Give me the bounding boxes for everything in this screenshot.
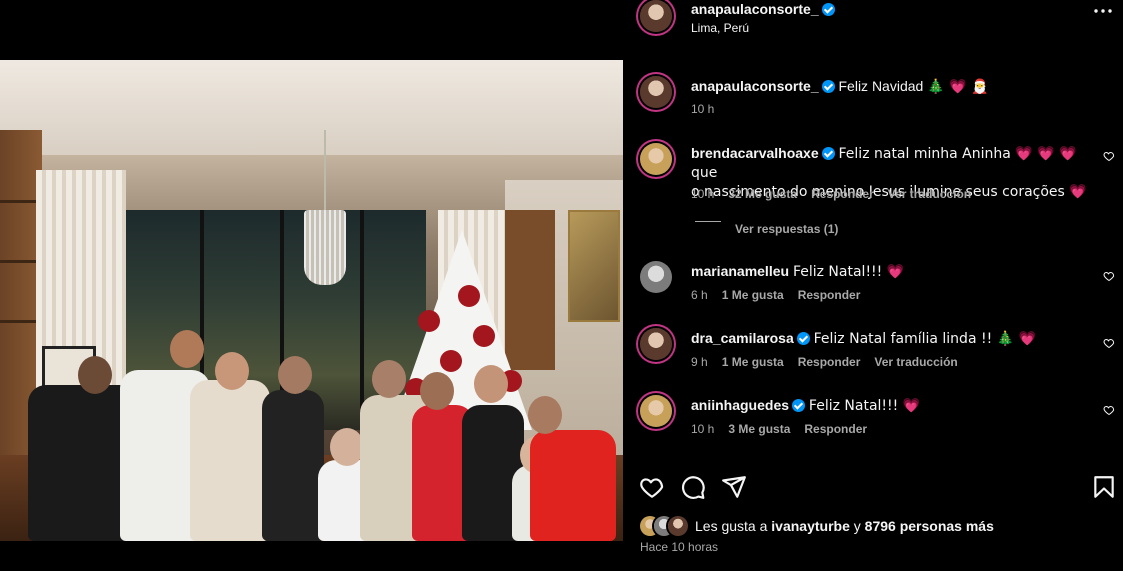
- photo-ornament: [458, 285, 480, 307]
- photo-person-head: [420, 372, 454, 410]
- comment-meta: 6 h 1 Me gusta Responder: [691, 288, 860, 302]
- photo-person-head: [215, 352, 249, 390]
- photo-person-head: [330, 428, 364, 466]
- photo-chandelier: [304, 210, 346, 285]
- author-avatar[interactable]: [640, 0, 672, 32]
- photo-ornament: [440, 350, 462, 372]
- caption-avatar[interactable]: [640, 76, 672, 108]
- verified-badge-icon: [821, 3, 835, 16]
- comment-like-heart-icon[interactable]: [1103, 404, 1115, 416]
- comment-time: 10 h: [691, 422, 715, 436]
- commenter-username[interactable]: aniinhaguedes: [691, 397, 789, 413]
- commenter-username[interactable]: marianamelleu: [691, 263, 789, 279]
- comment-meta: 10 h 32 Me gusta Responder Ver traducción: [691, 187, 971, 201]
- verified-badge-icon: [796, 332, 810, 345]
- post-caption: anapaulaconsorte_ Feliz Navidad 🎄 💗 🎅 10…: [623, 72, 1123, 120]
- post-header: anapaulaconsorte_ Lima, Perú: [623, 0, 1123, 50]
- comment-body: Feliz Natal!!! 💗: [808, 398, 921, 414]
- post-media[interactable]: [0, 0, 623, 571]
- comment-likes[interactable]: 32 Me gusta: [728, 187, 797, 201]
- comment-time: 10 h: [691, 187, 715, 201]
- comment-like-heart-icon[interactable]: [1103, 337, 1115, 349]
- comment-body: Feliz Natal família linda !! 🎄 💗: [813, 331, 1036, 347]
- likes-summary: Les gusta a ivanayturbe y 8796 personas …: [623, 516, 1123, 538]
- verified-badge-icon: [821, 147, 835, 160]
- translate-button[interactable]: Ver traducción: [888, 187, 971, 201]
- likes-connector: y: [853, 518, 861, 534]
- translate-button[interactable]: Ver traducción: [874, 355, 957, 369]
- author-username-row: anapaulaconsorte_: [691, 1, 835, 17]
- comment-likes[interactable]: 3 Me gusta: [728, 422, 790, 436]
- comment: marianamelleu Feliz Natal!!! 💗 6 h 1 Me g…: [623, 258, 1123, 308]
- commenter-avatar[interactable]: [640, 395, 672, 427]
- likes-prefix: Les gusta a: [695, 518, 768, 534]
- comment-like-heart-icon[interactable]: [1103, 150, 1115, 162]
- photo-person-head: [78, 356, 112, 394]
- action-bar: [623, 474, 1123, 502]
- photo-person: [190, 380, 270, 541]
- comment-meta: 9 h 1 Me gusta Responder Ver traducción: [691, 355, 958, 369]
- commenter-avatar[interactable]: [640, 143, 672, 175]
- post-photo[interactable]: [0, 60, 623, 541]
- caption-text: Feliz Navidad: [838, 78, 924, 94]
- post-location[interactable]: Lima, Perú: [691, 21, 749, 35]
- verified-badge-icon: [821, 80, 835, 93]
- send-icon[interactable]: [721, 474, 747, 500]
- photo-ornament: [418, 310, 440, 332]
- photo-person: [262, 390, 324, 541]
- liker-username[interactable]: ivanayturbe: [771, 518, 850, 534]
- comment-likes[interactable]: 1 Me gusta: [722, 288, 784, 302]
- commenter-username[interactable]: dra_camilarosa: [691, 330, 794, 346]
- photo-window-frame: [360, 210, 364, 430]
- comment-icon[interactable]: [680, 474, 706, 500]
- comment-meta: 10 h 3 Me gusta Responder: [691, 422, 867, 436]
- photo-person-head: [528, 396, 562, 434]
- photo-artwork: [568, 210, 620, 322]
- view-replies-line: [695, 221, 721, 222]
- liker-avatars[interactable]: [640, 516, 694, 536]
- likes-others-count[interactable]: 8796 personas más: [865, 518, 994, 534]
- comment: dra_camilarosa Feliz Natal família linda…: [623, 325, 1123, 375]
- author-username[interactable]: anapaulaconsorte_: [691, 1, 819, 17]
- caption-text-row: anapaulaconsorte_ Feliz Navidad 🎄 💗 🎅: [691, 77, 988, 96]
- verified-badge-icon: [792, 399, 806, 412]
- commenter-username[interactable]: brendacarvalhoaxe: [691, 145, 819, 161]
- photo-ornament: [473, 325, 495, 347]
- view-replies-button[interactable]: Ver respuestas (1): [735, 222, 838, 236]
- photo-person-head: [278, 356, 312, 394]
- commenter-avatar[interactable]: [640, 328, 672, 360]
- photo-person-head: [372, 360, 406, 398]
- comment: brendacarvalhoaxe Feliz natal minha Anin…: [623, 140, 1123, 201]
- comment-time: 9 h: [691, 355, 708, 369]
- bookmark-icon[interactable]: [1091, 474, 1117, 500]
- liker-avatar: [668, 516, 688, 536]
- reply-button[interactable]: Responder: [811, 187, 874, 201]
- caption-username[interactable]: anapaulaconsorte_: [691, 78, 819, 94]
- photo-chandelier-wire: [324, 130, 326, 210]
- comment-text: aniinhaguedes Feliz Natal!!! 💗: [691, 396, 920, 415]
- commenter-avatar[interactable]: [640, 261, 672, 293]
- likes-text: Les gusta a ivanayturbe y 8796 personas …: [695, 518, 994, 534]
- photo-person-head: [170, 330, 204, 368]
- caption-emojis: 🎄 💗 🎅: [927, 79, 989, 95]
- comment-like-heart-icon[interactable]: [1103, 270, 1115, 282]
- post-timestamp[interactable]: Hace 10 horas: [640, 540, 718, 554]
- caption-time: 10 h: [691, 102, 715, 116]
- comment-time: 6 h: [691, 288, 708, 302]
- comment: aniinhaguedes Feliz Natal!!! 💗 10 h 3 Me …: [623, 392, 1123, 442]
- reply-button[interactable]: Responder: [804, 422, 867, 436]
- comment-likes[interactable]: 1 Me gusta: [722, 355, 784, 369]
- comment-text: dra_camilarosa Feliz Natal família linda…: [691, 329, 1036, 348]
- photo-person: [530, 430, 616, 541]
- reply-button[interactable]: Responder: [798, 288, 861, 302]
- photo-person-head: [474, 365, 508, 403]
- comment-text: marianamelleu Feliz Natal!!! 💗: [691, 262, 904, 281]
- more-horizontal-icon[interactable]: [1093, 4, 1113, 18]
- photo-ceiling: [0, 60, 623, 155]
- heart-icon[interactable]: [639, 474, 665, 500]
- post-details-panel: anapaulaconsorte_ Lima, Perú anapaulacon…: [623, 0, 1123, 571]
- reply-button[interactable]: Responder: [798, 355, 861, 369]
- comment-body: Feliz Natal!!! 💗: [792, 264, 905, 280]
